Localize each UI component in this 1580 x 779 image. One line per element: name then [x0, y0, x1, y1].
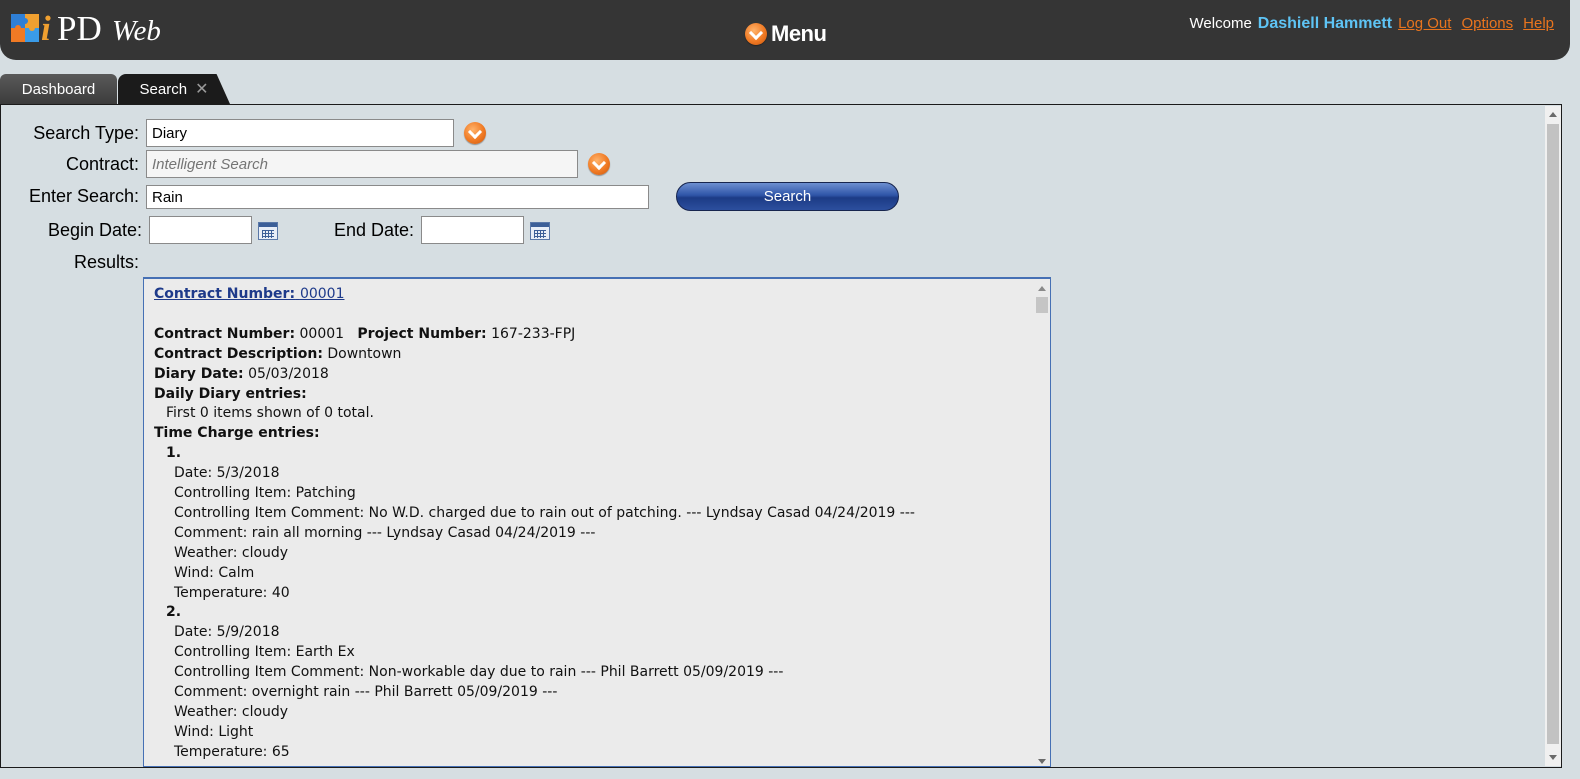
ipdweb-logo[interactable]: i PD Web — [11, 9, 165, 48]
results-content: Contract Number: 00001 Contract Number: … — [154, 285, 1024, 763]
contract-number-link[interactable]: Contract Number: 00001 — [154, 286, 344, 302]
entry-temperature: Temperature: 65 — [174, 743, 290, 760]
end-date-calendar-icon[interactable] — [530, 222, 550, 240]
main-menu-button[interactable]: Menu — [745, 20, 827, 48]
results-label: Results: — [73, 252, 139, 272]
top-bar: i PD Web Menu Welcome Dashiell Hammett L… — [0, 0, 1570, 60]
results-scrollbar[interactable] — [1034, 279, 1050, 766]
entry-wind: Wind: Calm — [174, 564, 255, 581]
results-box[interactable]: Contract Number: 00001 Contract Number: … — [143, 277, 1051, 767]
entry-weather: Weather: cloudy — [174, 704, 289, 721]
tab-search-label: Search — [139, 80, 188, 98]
contract-description-label: Contract Description: — [154, 345, 323, 362]
help-link[interactable]: Help — [1523, 15, 1554, 32]
entry-controlling-item-comment: Controlling Item Comment: No W.D. charge… — [174, 504, 915, 521]
project-number-label: Project Number: — [357, 325, 487, 342]
project-number-value: 167-233-FPJ — [491, 325, 576, 342]
enter-search-input[interactable] — [146, 185, 649, 209]
options-link[interactable]: Options — [1461, 15, 1513, 32]
entry-weather: Weather: cloudy — [174, 544, 289, 561]
entry-index: 1. — [166, 445, 182, 462]
page-scroll-up-arrow-icon[interactable] — [1549, 112, 1557, 117]
contract-search-input[interactable] — [146, 150, 578, 178]
contract-number-label: Contract Number: — [154, 325, 296, 342]
time-charge-entry: 2. Date: 5/9/2018 Controlling Item: Eart… — [154, 603, 1024, 762]
entry-controlling-item-comment: Controlling Item Comment: Non-workable d… — [174, 664, 784, 681]
search-type-label: Search Type: — [33, 123, 139, 143]
menu-label: Menu — [771, 21, 827, 46]
logo-letter-i: i — [41, 9, 51, 48]
entry-temperature: Temperature: 40 — [174, 584, 290, 601]
end-date-label: End Date: — [333, 220, 414, 240]
contract-label: Contract: — [65, 154, 139, 174]
time-charge-entry: 1. Date: 5/3/2018 Controlling Item: Patc… — [154, 444, 1024, 603]
enter-search-label: Enter Search: — [28, 186, 139, 206]
page-scrollbar-thumb[interactable] — [1547, 124, 1559, 744]
search-button[interactable]: Search — [676, 182, 899, 211]
scroll-down-arrow-icon[interactable] — [1038, 759, 1046, 764]
menu-chevron-down-icon — [745, 23, 767, 45]
begin-date-input[interactable] — [149, 216, 252, 244]
entry-index: 2. — [166, 604, 182, 621]
diary-date-value: 05/03/2018 — [248, 365, 329, 382]
results-scrollbar-thumb[interactable] — [1036, 297, 1048, 313]
begin-date-calendar-icon[interactable] — [258, 222, 278, 240]
search-type-dropdown-icon[interactable] — [464, 122, 486, 144]
contract-dropdown-icon[interactable] — [588, 153, 610, 175]
username: Dashiell Hammett — [1257, 15, 1393, 32]
tab-dashboard-label: Dashboard — [21, 80, 96, 98]
entry-wind: Wind: Light — [174, 723, 254, 740]
logo-letters-web: Web — [112, 15, 161, 47]
begin-date-label: Begin Date: — [47, 220, 142, 240]
contract-link-label: Contract Number: — [154, 286, 296, 302]
scroll-up-arrow-icon[interactable] — [1038, 286, 1046, 291]
end-date-input[interactable] — [421, 216, 524, 244]
logo-letters-pd: PD — [57, 9, 102, 48]
entry-comment: Comment: rain all morning --- Lyndsay Ca… — [174, 524, 596, 541]
page-scroll-down-arrow-icon[interactable] — [1549, 755, 1557, 760]
logo-puzzle-icon — [11, 14, 39, 42]
close-icon[interactable]: ✕ — [195, 79, 208, 99]
contract-description-value: Downtown — [327, 345, 402, 362]
search-panel: Search Type: Contract: Enter Search: Sea… — [0, 104, 1562, 768]
contract-number-value: 00001 — [299, 325, 345, 342]
logout-link[interactable]: Log Out — [1398, 15, 1451, 32]
time-charge-label: Time Charge entries: — [154, 425, 320, 442]
contract-link-value: 00001 — [299, 286, 345, 302]
search-type-field[interactable] — [146, 119, 454, 147]
welcome-text: Welcome — [1189, 15, 1252, 32]
diary-date-label: Diary Date: — [154, 365, 244, 382]
entry-controlling-item: Controlling Item: Earth Ex — [174, 644, 355, 661]
entry-date: Date: 5/3/2018 — [174, 465, 280, 482]
daily-diary-summary: First 0 items shown of 0 total. — [166, 405, 374, 422]
tab-search[interactable]: Search ✕ — [118, 74, 230, 104]
daily-diary-label: Daily Diary entries: — [154, 385, 307, 402]
entry-comment: Comment: overnight rain --- Phil Barrett… — [174, 684, 558, 701]
entry-controlling-item: Controlling Item: Patching — [174, 485, 356, 502]
user-bar: Welcome Dashiell Hammett Log Out Options… — [1190, 15, 1554, 33]
tab-dashboard[interactable]: Dashboard — [0, 74, 117, 104]
contract-info-line: Contract Number: 00001 Project Number: 1… — [154, 325, 1024, 345]
page-scrollbar[interactable] — [1545, 106, 1561, 766]
entry-date: Date: 5/9/2018 — [174, 624, 280, 641]
